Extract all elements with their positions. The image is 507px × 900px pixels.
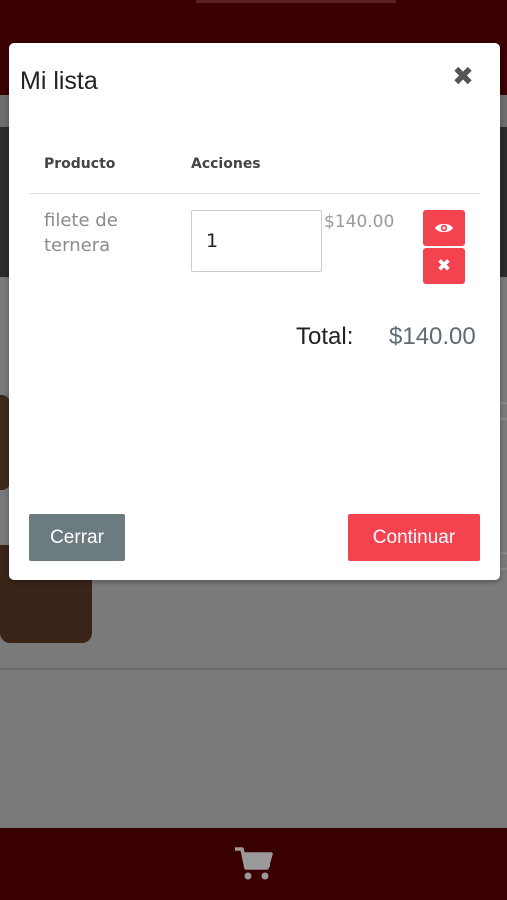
continue-button[interactable]: Continuar — [348, 514, 480, 561]
remove-product-button[interactable]: ✖ — [423, 248, 465, 284]
divider — [0, 668, 507, 670]
table-header-divider — [29, 193, 480, 194]
quantity-input[interactable] — [191, 210, 322, 272]
eye-icon — [435, 223, 453, 233]
header-accent-line — [196, 0, 396, 3]
column-header-actions: Acciones — [191, 156, 261, 172]
total-value: $140.00 — [389, 323, 476, 350]
product-name: filete de ternera — [44, 210, 118, 256]
close-icon: ✖ — [436, 255, 452, 276]
product-price: $140.00 — [324, 212, 395, 232]
shopping-cart-icon[interactable] — [234, 846, 274, 882]
close-modal-button[interactable]: ✖ — [450, 64, 476, 90]
shopping-list-modal — [9, 43, 500, 580]
view-product-button[interactable] — [423, 210, 465, 246]
footer-bar — [0, 828, 507, 900]
total-label: Total: — [296, 323, 354, 350]
close-button[interactable]: Cerrar — [29, 514, 125, 561]
modal-title: Mi lista — [20, 67, 98, 95]
column-header-product: Producto — [44, 156, 116, 172]
